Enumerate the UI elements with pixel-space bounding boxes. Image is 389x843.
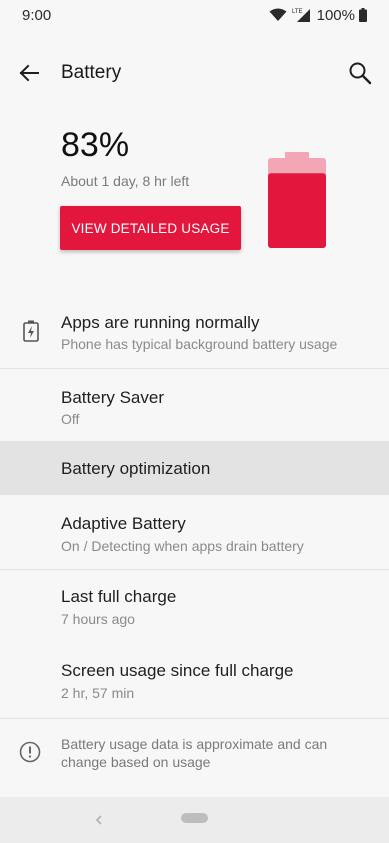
battery-percent: 83% (61, 126, 130, 164)
app-bar: Battery (0, 48, 389, 100)
navigation-bar (0, 797, 389, 843)
battery-status-icon (359, 8, 367, 22)
last-full-charge-title: Last full charge (61, 587, 177, 606)
nav-back-icon[interactable] (92, 811, 106, 829)
info-icon (19, 741, 41, 763)
lte-label: LTE (292, 9, 303, 15)
apps-status-title: Apps are running normally (61, 313, 260, 332)
apps-status-item[interactable]: Apps are running normally Phone has typi… (0, 296, 389, 368)
battery-saver-item[interactable]: Battery Saver Off (0, 369, 389, 441)
battery-summary: 83% About 1 day, 8 hr left VIEW DETAILED… (0, 120, 389, 280)
usage-info-note: Battery usage data is approximate and ca… (0, 719, 389, 797)
adaptive-battery-title: Adaptive Battery (61, 514, 186, 533)
last-full-charge-value: 7 hours ago (61, 611, 135, 627)
battery-level-icon (268, 152, 326, 248)
wifi-icon (269, 8, 287, 21)
battery-charging-icon (23, 320, 39, 342)
battery-optimization-title: Battery optimization (61, 459, 211, 478)
screen-usage-value: 2 hr, 57 min (61, 685, 135, 701)
screen-usage-item: Screen usage since full charge 2 hr, 57 … (0, 644, 389, 718)
page-title: Battery (61, 62, 122, 83)
adaptive-battery-status: On / Detecting when apps drain battery (61, 538, 304, 554)
battery-settings-list: Apps are running normally Phone has typi… (0, 296, 389, 797)
apps-status-subtitle: Phone has typical background battery usa… (61, 336, 338, 352)
battery-saver-status: Off (61, 411, 80, 427)
adaptive-battery-item[interactable]: Adaptive Battery On / Detecting when app… (0, 495, 389, 569)
cell-signal-icon: LTE (292, 9, 310, 22)
last-full-charge-item: Last full charge 7 hours ago (0, 570, 389, 644)
screen-usage-title: Screen usage since full charge (61, 661, 294, 680)
search-icon[interactable] (347, 60, 373, 86)
time-remaining: About 1 day, 8 hr left (61, 173, 190, 189)
status-bar: 9:00 LTE 100% (0, 0, 389, 30)
battery-percent-status: 100% (316, 6, 355, 24)
home-pill-icon[interactable] (181, 813, 208, 823)
view-detailed-usage-button[interactable]: VIEW DETAILED USAGE (60, 206, 241, 250)
usage-info-text: Battery usage data is approximate and ca… (61, 736, 328, 770)
status-icons: LTE 100% (269, 7, 367, 24)
status-time: 9:00 (22, 6, 52, 24)
battery-saver-title: Battery Saver (61, 388, 164, 407)
battery-optimization-item[interactable]: Battery optimization (0, 441, 389, 495)
arrow-left-icon[interactable] (16, 60, 42, 86)
